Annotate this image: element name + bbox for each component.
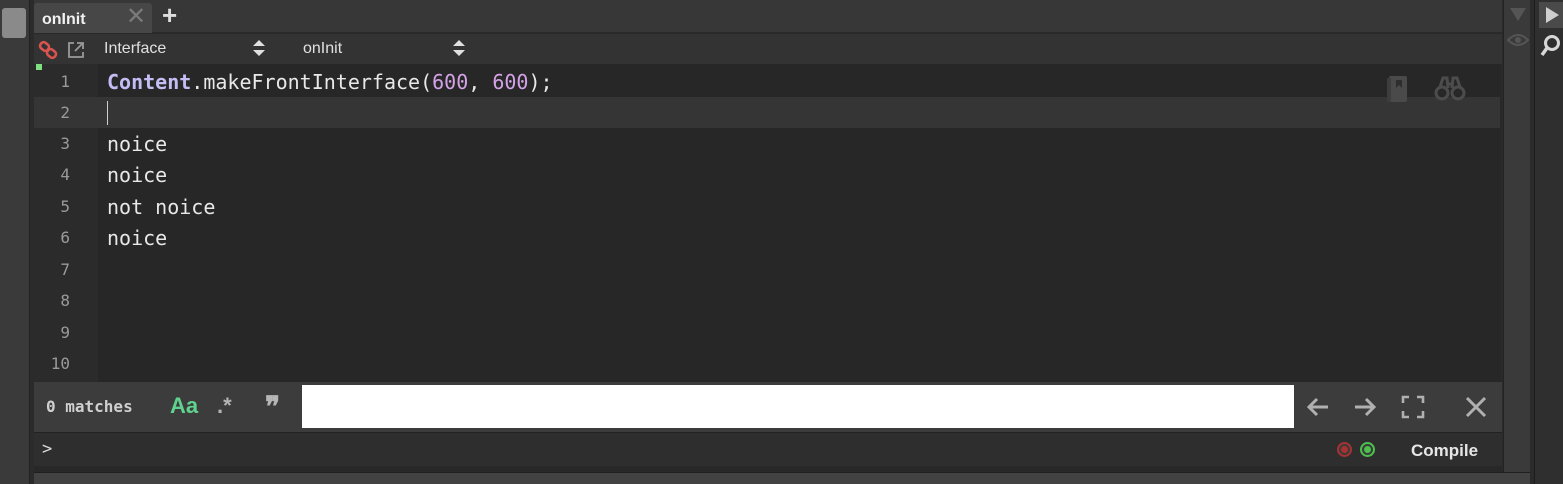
status-indicator-icon[interactable] (1360, 442, 1375, 457)
line-number: 3 (60, 134, 70, 153)
popout-icon[interactable] (66, 40, 86, 60)
line-number: 4 (60, 165, 70, 184)
code-line[interactable]: 7 (34, 254, 1500, 285)
search-icon[interactable] (1540, 34, 1562, 58)
editor-toolbar: Interface onInit (34, 34, 1502, 64)
bottom-panel-strip (34, 472, 1530, 484)
code-editor[interactable]: 1 Content.makeFrontInterface(600, 600); … (34, 64, 1500, 382)
tab-bar: onInit ✕ + (34, 0, 1502, 33)
bookmark-icon[interactable] (1386, 74, 1412, 104)
line-text: noice (107, 226, 168, 250)
line-number: 10 (50, 354, 70, 373)
dropdown-arrow-icon[interactable] (1509, 6, 1527, 22)
code-number: 600 (432, 70, 469, 94)
line-text: noice (107, 163, 168, 187)
link-icon[interactable] (38, 40, 58, 60)
code-method: .makeFrontInterface( (191, 70, 433, 94)
line-text: noice (107, 132, 168, 156)
code-line[interactable]: 9 (34, 317, 1500, 348)
panel-handle[interactable] (2, 8, 26, 38)
code-line[interactable]: 1 Content.makeFrontInterface(600, 600); (34, 66, 1500, 97)
left-panel-strip (0, 0, 30, 484)
line-number: 5 (60, 197, 70, 216)
combo-arrows-icon[interactable] (252, 38, 266, 58)
line-number: 2 (60, 103, 70, 122)
text-caret (107, 101, 108, 125)
search-input[interactable] (302, 385, 1294, 428)
regex-toggle[interactable]: .* (217, 393, 232, 419)
arrow-right-icon[interactable] (1351, 393, 1379, 421)
play-icon (1546, 7, 1559, 23)
code-line[interactable]: 3 noice (34, 128, 1500, 159)
script-editor-panel: onInit ✕ + Interface onInit 1 Content.ma… (34, 0, 1502, 472)
code-object: Content (107, 70, 192, 94)
match-count: 0 matches (46, 397, 133, 416)
play-button[interactable] (1539, 2, 1563, 28)
code-line[interactable]: 4 noice (34, 159, 1500, 190)
compile-button[interactable]: Compile (1411, 441, 1478, 461)
line-number: 6 (60, 228, 70, 247)
tab-oninit[interactable]: onInit ✕ (34, 3, 152, 33)
whole-word-toggle[interactable]: ❞ (265, 390, 280, 423)
binoculars-icon[interactable] (1434, 74, 1466, 102)
code-separator: , (468, 70, 493, 94)
code-number: 600 (492, 70, 529, 94)
code-line[interactable]: 10 (34, 348, 1500, 379)
code-line[interactable]: 8 (34, 285, 1500, 316)
far-right-strip (1534, 0, 1563, 484)
console-prompt[interactable]: > (42, 439, 52, 459)
line-text: Content.makeFrontInterface(600, 600); (107, 70, 553, 94)
right-sidebar (1503, 0, 1530, 472)
tab-label: onInit (42, 11, 86, 28)
expand-icon[interactable] (1399, 393, 1427, 421)
line-number: 8 (60, 291, 70, 310)
case-sensitive-toggle[interactable]: Aa (170, 393, 198, 419)
plus-icon[interactable]: + (162, 1, 177, 29)
eye-icon[interactable] (1507, 32, 1529, 48)
console-bar: > Compile (34, 432, 1502, 466)
close-icon[interactable]: ✕ (126, 5, 146, 29)
line-number: 7 (60, 260, 70, 279)
search-bar: 0 matches Aa .* ❞ (34, 382, 1502, 432)
code-line[interactable]: 6 noice (34, 222, 1500, 253)
line-text: not noice (107, 195, 216, 219)
line-number: 1 (60, 72, 70, 91)
code-line-current[interactable]: 2 (34, 97, 1500, 128)
callback-combo[interactable]: onInit (303, 40, 342, 58)
code-line[interactable]: 5 not noice (34, 191, 1500, 222)
arrow-left-icon[interactable] (1304, 393, 1332, 421)
record-indicator-icon[interactable] (1337, 442, 1352, 457)
code-end: ); (528, 70, 553, 94)
combo-arrows-icon[interactable] (452, 38, 466, 58)
line-number: 9 (60, 323, 70, 342)
interface-combo[interactable]: Interface (104, 40, 166, 58)
close-icon[interactable] (1462, 393, 1490, 421)
